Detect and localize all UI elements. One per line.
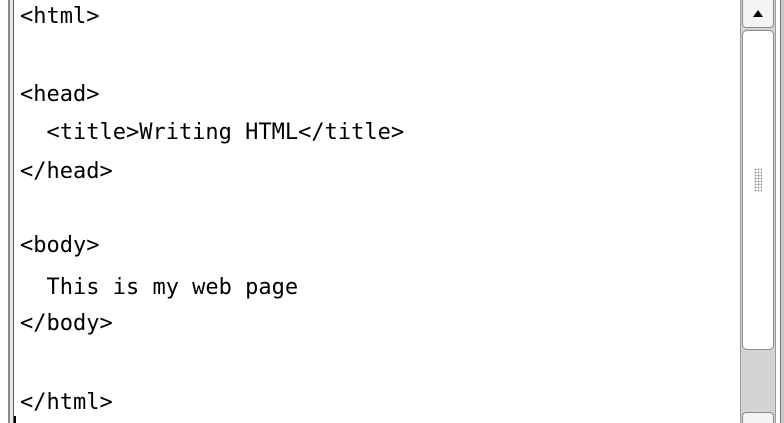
code-line-html-close[interactable]: </html>	[20, 390, 113, 416]
code-editor[interactable]: <html> <head> <title>Writing HTML</title…	[14, 0, 732, 423]
vertical-scrollbar[interactable]	[732, 0, 784, 423]
scrollbar-thumb[interactable]	[742, 30, 774, 350]
scroll-down-button[interactable]	[742, 412, 774, 423]
text-caret	[14, 416, 16, 423]
code-line-body-open[interactable]: <body>	[20, 233, 99, 259]
code-line-head-close[interactable]: </head>	[20, 159, 113, 185]
editor-right-border	[780, 0, 784, 423]
code-line-html-open[interactable]: <html>	[20, 4, 99, 30]
text-editor-window: <html> <head> <title>Writing HTML</title…	[0, 0, 784, 423]
code-line-head-open[interactable]: <head>	[20, 82, 99, 108]
grip-dots-icon	[754, 168, 762, 192]
code-line-body-close[interactable]: </body>	[20, 311, 113, 337]
scroll-up-button[interactable]	[742, 0, 774, 28]
arrow-up-icon	[753, 10, 763, 17]
code-line-title[interactable]: <title>Writing HTML</title>	[20, 120, 404, 146]
code-line-body-text[interactable]: This is my web page	[20, 275, 298, 301]
